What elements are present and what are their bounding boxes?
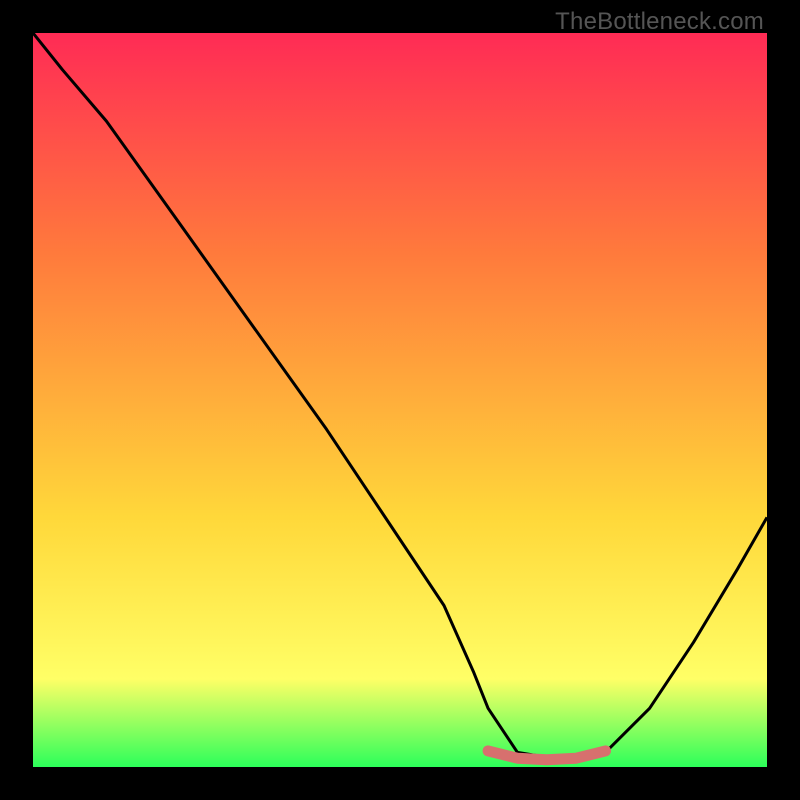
gradient-background (33, 33, 767, 767)
chart-canvas (33, 33, 767, 767)
watermark-text: TheBottleneck.com (555, 8, 764, 36)
